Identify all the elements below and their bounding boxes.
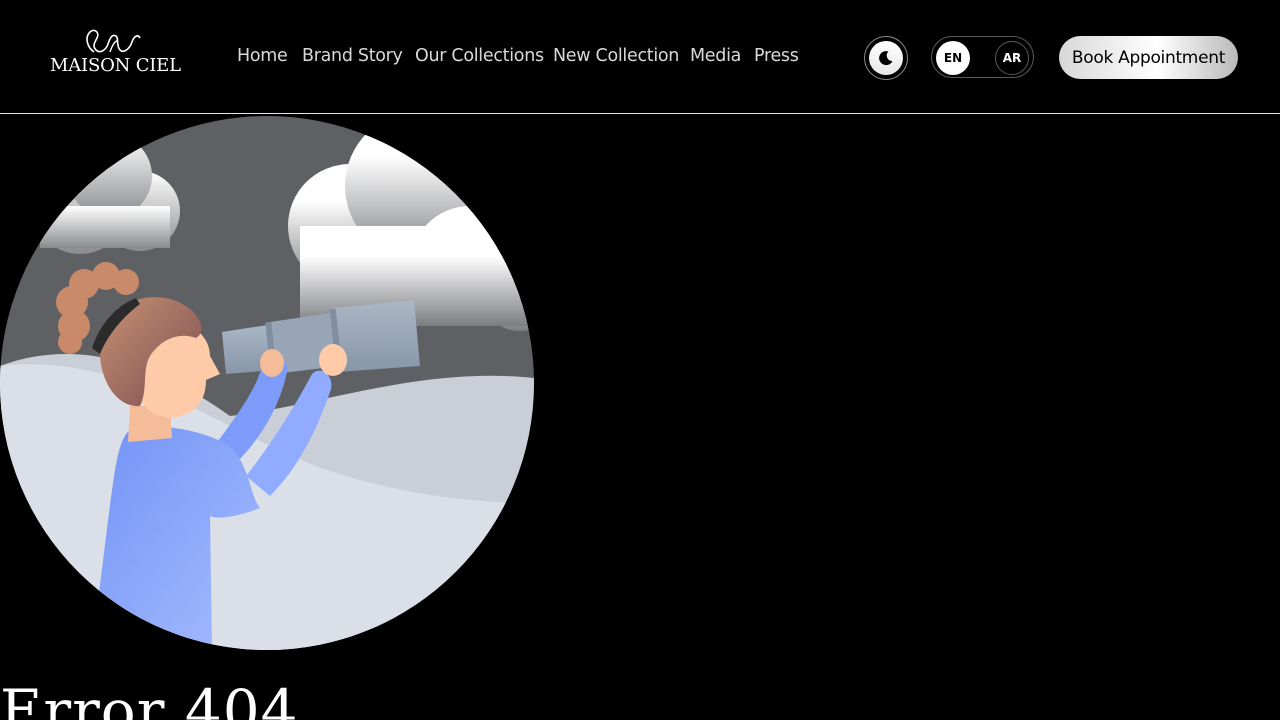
brand-name: MAISON CIEL	[50, 55, 181, 76]
language-switch: EN AR	[931, 36, 1034, 78]
brand-logo[interactable]: MAISON CIEL	[50, 28, 181, 78]
woman-with-telescope-illustration	[0, 116, 534, 650]
nav-our-collections[interactable]: Our Collections	[415, 46, 544, 66]
nav-media[interactable]: Media	[690, 46, 741, 66]
moon-icon	[879, 51, 893, 66]
nav-home[interactable]: Home	[237, 46, 288, 66]
logo-script-icon	[86, 29, 141, 53]
book-appointment-button[interactable]: Book Appointment	[1059, 36, 1238, 79]
error-title: Error 404	[0, 677, 299, 720]
nav-press[interactable]: Press	[754, 46, 799, 66]
nav-brand-story[interactable]: Brand Story	[302, 46, 403, 66]
site-header: MAISON CIEL Home Brand Story Our Collect…	[0, 0, 1280, 114]
theme-toggle-button[interactable]	[864, 36, 908, 80]
lang-en-button[interactable]: EN	[936, 41, 970, 75]
lang-ar-button[interactable]: AR	[995, 41, 1029, 75]
nav-new-collection[interactable]: New Collection	[553, 46, 679, 66]
